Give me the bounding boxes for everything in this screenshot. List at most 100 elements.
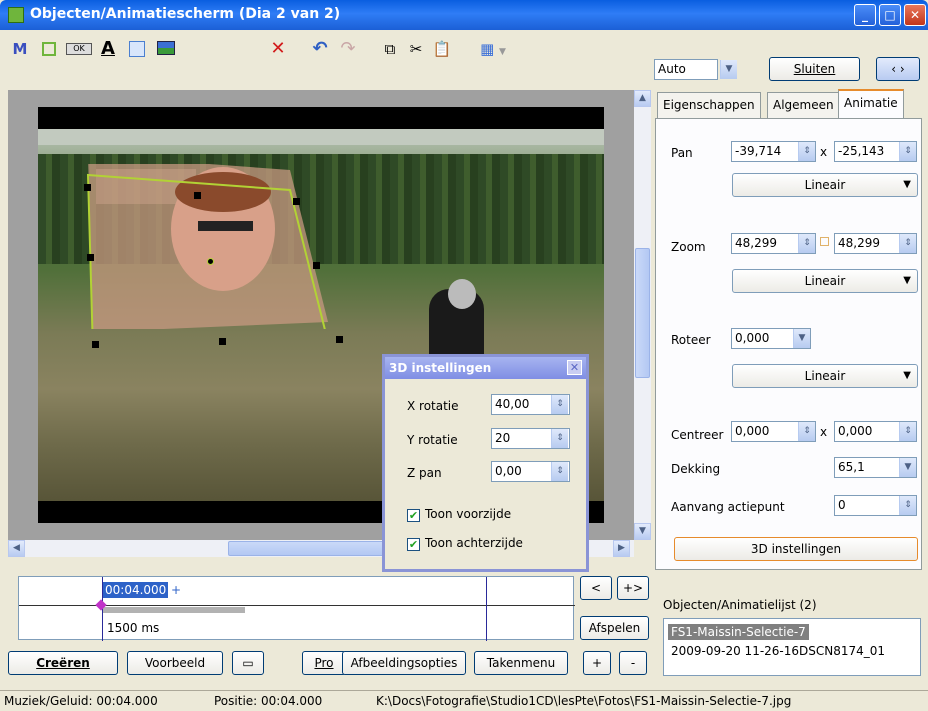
pan-x-spinner-icon[interactable]: ⇕ (798, 142, 815, 161)
center-point-handle[interactable] (207, 258, 214, 265)
handle-bottom[interactable] (219, 338, 226, 345)
dialog-close-icon[interactable]: ✕ (567, 360, 582, 375)
rotate-easing-arrow-icon: ▼ (903, 370, 911, 381)
list-item-selected[interactable]: FS1-Maissin-Selectie-7 (668, 624, 809, 640)
z-pan-label: Z pan (407, 466, 442, 480)
list-item[interactable]: 2009-09-20 11-26-16DSCN8174_01 (671, 644, 885, 658)
handle-left[interactable] (87, 254, 94, 261)
status-bar: Muziek/Geluid: 00:04.000 Positie: 00:04.… (0, 690, 928, 711)
handle-right[interactable] (313, 262, 320, 269)
button-tool-icon[interactable]: OK (66, 38, 92, 60)
handle-top[interactable] (194, 192, 201, 199)
delete-icon[interactable]: ✕ (268, 38, 288, 60)
zoom-link-checkbox[interactable] (820, 237, 829, 246)
show-front-label: Toon voorzijde (425, 507, 512, 521)
rotate-dropdown-icon[interactable]: ▼ (793, 329, 810, 348)
timeline-add-keyframe[interactable]: + (171, 582, 181, 598)
3d-settings-dialog: 3D instellingen ✕ X rotatie 40,00 ⇕ Y ro… (382, 354, 589, 572)
next-keyframe-button[interactable]: +> (617, 576, 649, 600)
prev-next-slide-button[interactable]: ‹ › (876, 57, 920, 81)
center-label: Centreer (671, 428, 724, 442)
object-list-title: Objecten/Animatielijst (2) (663, 598, 817, 612)
timeline-time: 00:04.000 (103, 582, 169, 598)
dialog-title-bar[interactable]: 3D instellingen ✕ (385, 357, 586, 379)
maximize-button[interactable]: □ (879, 4, 901, 26)
tab-animatie[interactable]: Animatie (838, 89, 904, 119)
x-rotation-spinner-icon[interactable]: ⇕ (551, 395, 568, 414)
scroll-down-icon[interactable]: ▼ (634, 523, 651, 540)
undo-icon[interactable]: ↶ (310, 38, 330, 60)
pan-easing-value: Lineair (804, 178, 846, 192)
window-title: Objecten/Animatiescherm (Dia 2 van 2) (30, 6, 341, 22)
show-back-label: Toon achterzijde (425, 536, 523, 550)
zoom-x-spinner-icon[interactable]: ⇕ (798, 234, 815, 253)
copy-icon[interactable]: ⧉ (380, 38, 400, 60)
handle-top-right[interactable] (293, 198, 300, 205)
object-list[interactable]: FS1-Maissin-Selectie-7 2009-09-20 11-26-… (663, 618, 921, 676)
pan-label: Pan (671, 146, 693, 160)
3d-settings-button[interactable]: 3D instellingen (674, 537, 918, 561)
pan-y-spinner-icon[interactable]: ⇕ (899, 142, 916, 161)
handle-top-left[interactable] (84, 184, 91, 191)
center-x-spinner-icon[interactable]: ⇕ (798, 422, 815, 441)
scroll-left-icon[interactable]: ◀ (8, 540, 25, 557)
scroll-right-icon[interactable]: ▶ (613, 540, 630, 557)
rectangle-tool-icon[interactable] (126, 38, 146, 60)
add-object-button[interactable]: + (583, 651, 611, 675)
zoom-dropdown-icon[interactable]: ▼ (720, 60, 737, 79)
zoom-select[interactable]: Auto (654, 59, 718, 80)
opacity-dropdown-icon[interactable]: ▼ (899, 458, 916, 477)
create-button[interactable]: Creëren (8, 651, 118, 675)
scroll-up-icon[interactable]: ▲ (634, 90, 651, 107)
rotate-easing-value: Lineair (804, 369, 846, 383)
vertical-scrollbar[interactable]: ▲ ▼ (634, 90, 651, 540)
y-rotation-label: Y rotatie (407, 433, 458, 447)
tab-eigenschappen[interactable]: Eigenschappen (657, 92, 761, 118)
x-rotation-label: X rotatie (407, 399, 459, 413)
paste-icon[interactable]: 📋 (432, 38, 452, 60)
text-tool-button[interactable]: A (98, 38, 118, 60)
duration-bar[interactable] (103, 607, 245, 613)
prev-keyframe-button[interactable]: < (580, 576, 612, 600)
redo-icon[interactable]: ↷ (338, 38, 358, 60)
minimize-button[interactable]: _ (854, 4, 876, 26)
handle-bottom-right[interactable] (336, 336, 343, 343)
close-window-button[interactable]: ✕ (904, 4, 926, 26)
status-position: Positie: 00:04.000 (214, 694, 323, 708)
zoom-y-spinner-icon[interactable]: ⇕ (899, 234, 916, 253)
toolbar: M OK A ✕ ↶ ↷ ⧉ ✂ 📋 ▦ ▼ (0, 30, 650, 90)
zoom-easing-select[interactable]: Lineair ▼ (732, 269, 918, 293)
project-button[interactable]: Pro (302, 651, 346, 675)
start-point-spinner-icon[interactable]: ⇕ (899, 496, 916, 515)
zoom-easing-value: Lineair (804, 274, 846, 288)
dialog-title: 3D instellingen (389, 361, 492, 375)
timeline[interactable]: 00:04.000 + 1500 ms (18, 576, 575, 641)
image-options-button[interactable]: Afbeeldingsopties (342, 651, 466, 675)
pan-easing-select[interactable]: Lineair ▼ (732, 173, 918, 197)
y-rotation-spinner-icon[interactable]: ⇕ (551, 429, 568, 448)
center-y-spinner-icon[interactable]: ⇕ (899, 422, 916, 441)
status-path: K:\Docs\Fotografie\Studio1CD\lesPte\Foto… (376, 694, 792, 708)
app-icon (8, 7, 24, 23)
image-tool-icon[interactable] (154, 38, 176, 60)
preview-button[interactable]: Voorbeeld (127, 651, 223, 675)
z-pan-spinner-icon[interactable]: ⇕ (551, 462, 568, 481)
title-bar: Objecten/Animatiescherm (Dia 2 van 2) _ … (0, 0, 928, 30)
selected-object[interactable] (78, 164, 348, 329)
show-back-checkbox[interactable]: ✔ (407, 538, 420, 551)
vertical-scroll-thumb[interactable] (635, 248, 650, 378)
status-music: Muziek/Geluid: 00:04.000 (4, 694, 158, 708)
remove-object-button[interactable]: - (619, 651, 647, 675)
tab-algemeen[interactable]: Algemeen (767, 92, 840, 118)
task-menu-button[interactable]: Takenmenu (474, 651, 568, 675)
close-button[interactable]: Sluiten (769, 57, 860, 81)
cut-icon[interactable]: ✂ (406, 38, 426, 60)
play-button[interactable]: Afspelen (580, 616, 649, 640)
frame-tool-icon[interactable] (38, 38, 60, 60)
mask-tool-button[interactable]: M (10, 38, 30, 60)
grid-icon[interactable]: ▦ ▼ (478, 38, 508, 60)
show-front-checkbox[interactable]: ✔ (407, 509, 420, 522)
handle-bottom-left[interactable] (92, 341, 99, 348)
fullscreen-icon[interactable]: ▭ (232, 651, 264, 675)
rotate-easing-select[interactable]: Lineair ▼ (732, 364, 918, 388)
